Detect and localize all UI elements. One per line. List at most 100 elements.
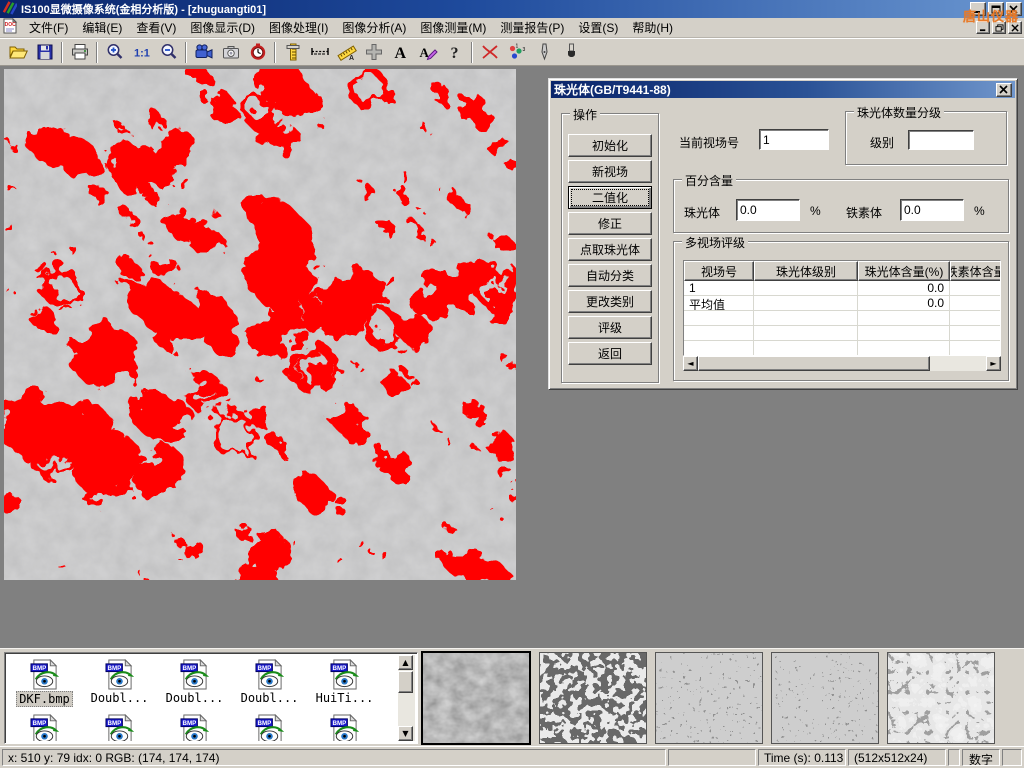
table-row[interactable]: 10.0 xyxy=(684,281,1000,296)
menu-item-edit[interactable]: 编辑(E) xyxy=(75,17,129,38)
new-field-button[interactable]: 新视场 xyxy=(568,160,652,183)
current-field-input[interactable] xyxy=(759,129,829,150)
ferrite-percent-input[interactable] xyxy=(900,199,964,221)
file-item[interactable] xyxy=(232,710,307,741)
rating-table[interactable]: 视场号珠光体级别珠光体含量(%)铁素体含量(%)10.0平均值0.0 xyxy=(683,260,1001,356)
table-row[interactable] xyxy=(684,341,1000,356)
dialog-title-bar[interactable]: 珠光体(GB/T9441-88) xyxy=(551,81,1015,98)
zoom-out-icon xyxy=(159,42,179,62)
metallographic-image[interactable] xyxy=(4,69,516,580)
file-item[interactable] xyxy=(307,710,382,741)
svg-text:A: A xyxy=(349,55,354,62)
grade-input[interactable] xyxy=(908,130,974,150)
table-cell xyxy=(754,326,858,341)
file-item[interactable] xyxy=(157,710,232,741)
table-hscrollbar[interactable]: ◄ ► xyxy=(683,356,1001,371)
initialize-button[interactable]: 初始化 xyxy=(568,134,652,157)
table-cell xyxy=(754,296,858,311)
bmp-file-icon xyxy=(255,714,284,741)
workspace: 珠光体(GB/T9441-88) 操作 初始化新视场二值化修正点取珠光体自动分类… xyxy=(0,66,1024,648)
count-points-icon: 1 3 xyxy=(507,42,527,62)
save-button[interactable] xyxy=(31,40,58,64)
open-button[interactable] xyxy=(4,40,31,64)
vendor-watermark: 唐山仪器 xyxy=(963,6,1019,25)
timer-button[interactable] xyxy=(244,40,271,64)
return-button[interactable]: 返回 xyxy=(568,342,652,365)
brush-button[interactable] xyxy=(557,40,584,64)
pearlite-percent-label: 珠光体 xyxy=(684,204,720,221)
vscroll-thumb[interactable] xyxy=(398,671,413,693)
thumbnail-2[interactable] xyxy=(539,652,647,744)
thumbnail-1[interactable] xyxy=(421,651,531,745)
file-name: HuiTi... xyxy=(314,691,376,705)
app-icon xyxy=(2,0,17,18)
table-row[interactable] xyxy=(684,311,1000,326)
thumbnail-3[interactable] xyxy=(655,652,763,744)
video-capture-button[interactable] xyxy=(190,40,217,64)
pick-pearlite-button[interactable]: 点取珠光体 xyxy=(568,238,652,261)
menu-item-view[interactable]: 查看(V) xyxy=(129,17,183,38)
move-button[interactable] xyxy=(360,40,387,64)
multi-field-group: 多视场评级 视场号珠光体级别珠光体含量(%)铁素体含量(%)10.0平均值0.0… xyxy=(673,241,1009,381)
auto-classify-button[interactable]: 自动分类 xyxy=(568,264,652,287)
pearlite-percent-input[interactable] xyxy=(736,199,800,221)
file-item[interactable] xyxy=(82,710,157,741)
menu-item-image-display[interactable]: 图像显示(D) xyxy=(183,17,262,38)
multi-field-group-label: 多视场评级 xyxy=(682,234,748,251)
annotate-button[interactable]: A xyxy=(414,40,441,64)
file-item[interactable]: HuiTi... xyxy=(307,655,382,707)
help-button[interactable]: ? xyxy=(441,40,468,64)
count-points-button[interactable]: 1 3 xyxy=(503,40,530,64)
zoom-out-button[interactable] xyxy=(155,40,182,64)
status-dimensions: (512x512x24) xyxy=(848,749,946,766)
thumbnail-4[interactable] xyxy=(771,652,879,744)
menu-item-file[interactable]: 文件(F) xyxy=(22,17,75,38)
table-cell xyxy=(950,281,1001,296)
zoom-in-button[interactable] xyxy=(101,40,128,64)
measure-button[interactable]: A xyxy=(333,40,360,64)
actual-size-button[interactable]: 1:1 xyxy=(128,40,155,64)
menu-item-image-analysis[interactable]: 图像分析(A) xyxy=(335,17,413,38)
file-name: Doubl... xyxy=(239,691,301,705)
menu-item-image-measure[interactable]: 图像测量(M) xyxy=(413,17,493,38)
thumbnail-5[interactable] xyxy=(887,652,995,744)
table-cell xyxy=(858,311,950,326)
file-item[interactable]: Doubl... xyxy=(232,655,307,707)
correct-button[interactable]: 修正 xyxy=(568,212,652,235)
file-list-scrollbar[interactable]: ▲ ▼ xyxy=(398,655,415,741)
caliper-button[interactable] xyxy=(279,40,306,64)
percent-group-label: 百分含量 xyxy=(682,172,736,189)
rate-button[interactable]: 评级 xyxy=(568,316,652,339)
binarize-button[interactable]: 二值化 xyxy=(568,186,652,209)
dialog-close-button[interactable] xyxy=(996,83,1012,97)
print-button[interactable] xyxy=(66,40,93,64)
menu-item-help[interactable]: 帮助(H) xyxy=(625,17,680,38)
table-row[interactable] xyxy=(684,326,1000,341)
scroll-down-icon[interactable]: ▼ xyxy=(398,726,413,741)
scroll-right-icon[interactable]: ► xyxy=(986,356,1001,371)
scroll-left-icon[interactable]: ◄ xyxy=(683,356,698,371)
text-button[interactable]: A xyxy=(387,40,414,64)
file-item[interactable]: DKF.bmp xyxy=(7,655,82,707)
menu-item-settings[interactable]: 设置(S) xyxy=(571,17,625,38)
table-row[interactable]: 平均值0.0 xyxy=(684,296,1000,311)
svg-text:1:1: 1:1 xyxy=(134,48,150,60)
table-cell: 0.0 xyxy=(858,281,950,296)
curve-button[interactable] xyxy=(476,40,503,64)
table-header-1: 珠光体级别 xyxy=(754,261,858,281)
scroll-up-icon[interactable]: ▲ xyxy=(398,655,413,670)
change-class-button[interactable]: 更改类别 xyxy=(568,290,652,313)
toolbar-separator xyxy=(471,42,473,63)
file-item[interactable]: Doubl... xyxy=(82,655,157,707)
hscroll-thumb[interactable] xyxy=(698,356,930,371)
svg-text:1: 1 xyxy=(515,44,518,50)
camera-button[interactable] xyxy=(217,40,244,64)
menu-item-image-process[interactable]: 图像处理(I) xyxy=(262,17,335,38)
file-item[interactable] xyxy=(7,710,82,741)
pen-button[interactable] xyxy=(530,40,557,64)
file-name: DKF.bmp xyxy=(16,691,73,707)
file-item[interactable]: Doubl... xyxy=(157,655,232,707)
ruler-button[interactable] xyxy=(306,40,333,64)
save-icon xyxy=(35,42,55,62)
menu-item-report[interactable]: 测量报告(P) xyxy=(493,17,571,38)
